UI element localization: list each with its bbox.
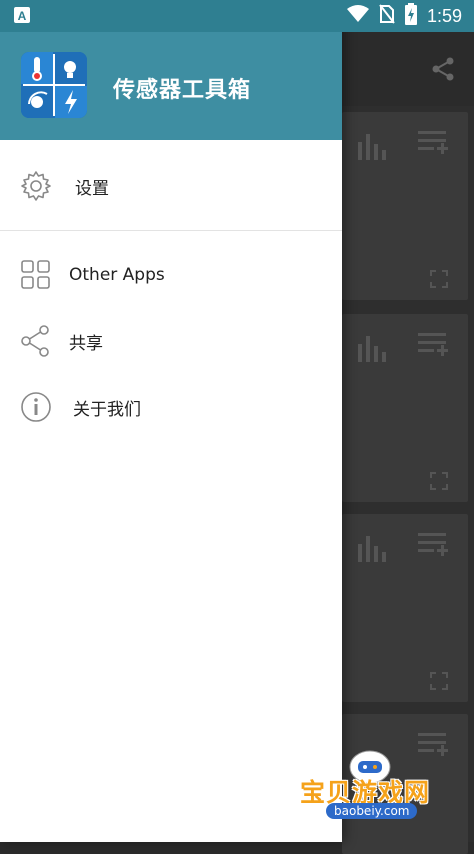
menu-item-settings[interactable]: 设置	[0, 153, 342, 219]
navigation-drawer: 传感器工具箱 设置 Other Apps 共享 关于我们	[0, 0, 342, 842]
status-bar: A 1:59	[0, 0, 474, 32]
no-sim-icon	[379, 4, 395, 28]
menu-divider	[0, 230, 342, 231]
menu-item-other-apps[interactable]: Other Apps	[0, 242, 342, 308]
menu-item-label: 共享	[69, 333, 103, 354]
notification-a-icon: A	[14, 7, 30, 27]
app-logo	[21, 52, 87, 118]
menu-item-about[interactable]: 关于我们	[0, 374, 342, 440]
menu-item-share[interactable]: 共享	[0, 308, 342, 374]
share-icon	[430, 56, 456, 86]
sensor-card	[342, 112, 468, 300]
bar-chart-icon	[358, 534, 390, 566]
wifi-icon	[346, 5, 369, 27]
watermark-logo: 宝贝游戏网 baobeiy.com	[298, 745, 448, 835]
app-title: 传感器工具箱	[113, 78, 252, 103]
gear-icon	[20, 170, 52, 202]
menu-item-label: 关于我们	[73, 399, 141, 420]
svg-text:A: A	[18, 9, 27, 23]
share-icon	[20, 325, 52, 357]
background-toolbar	[342, 32, 474, 106]
status-time: 1:59	[426, 6, 462, 26]
bar-chart-icon	[358, 334, 390, 366]
drawer-header: 传感器工具箱	[0, 32, 342, 140]
sensor-card	[342, 514, 468, 702]
battery-charging-icon	[404, 3, 417, 29]
playlist-add-icon	[418, 128, 448, 162]
playlist-add-icon	[418, 330, 448, 364]
watermark-url: baobeiy.com	[326, 803, 418, 819]
fullscreen-icon	[430, 472, 448, 494]
fullscreen-icon	[430, 672, 448, 694]
info-icon	[20, 391, 52, 423]
menu-item-label: Other Apps	[69, 265, 165, 285]
playlist-add-icon	[418, 530, 448, 564]
bar-chart-icon	[358, 132, 390, 164]
sensor-card	[342, 314, 468, 502]
fullscreen-icon	[430, 270, 448, 292]
grid-icon	[20, 259, 52, 291]
menu-item-label: 设置	[75, 178, 109, 199]
